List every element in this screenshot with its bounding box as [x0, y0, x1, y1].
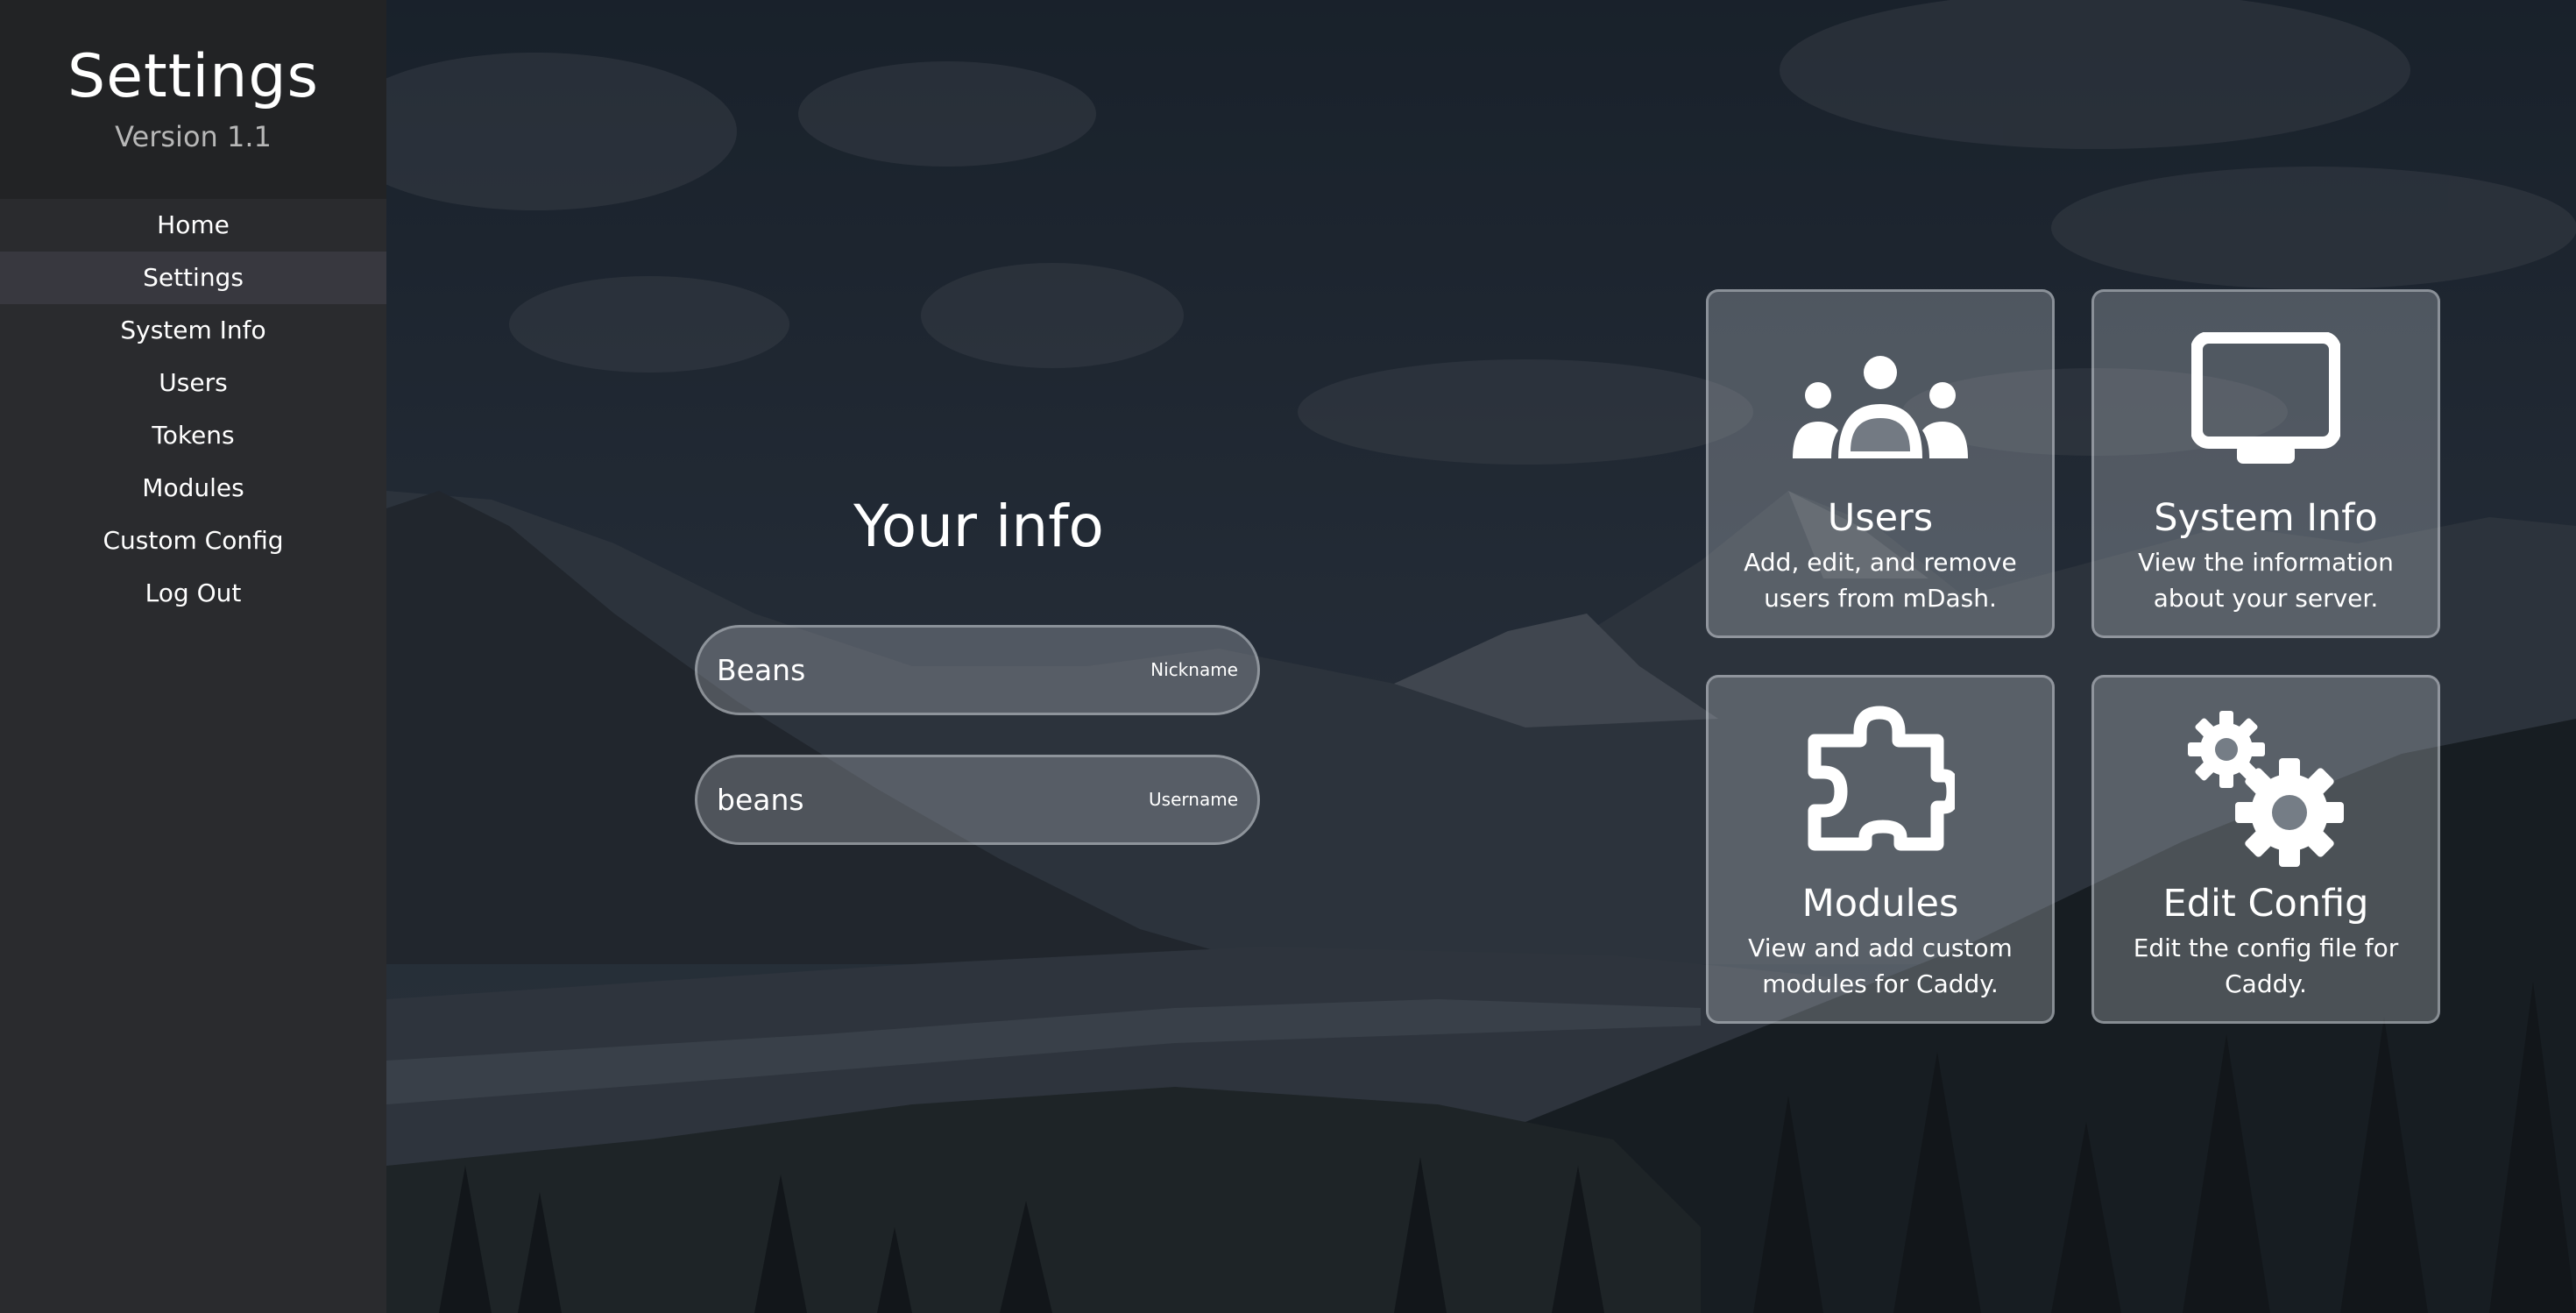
system-info-card-description: View the information about your server.	[2138, 548, 2394, 613]
sidebar-item-home[interactable]: Home	[0, 199, 386, 252]
users-card-description: Add, edit, and remove users from mDash.	[1744, 548, 2017, 613]
username-label: Username	[1149, 789, 1238, 810]
sidebar-item-users[interactable]: Users	[0, 357, 386, 409]
sidebar-nav: Home Settings System Info Users Tokens M…	[0, 199, 386, 620]
modules-card-description: View and add custom modules for Caddy.	[1748, 933, 2013, 998]
sidebar-item-log-out[interactable]: Log Out	[0, 567, 386, 620]
sidebar-item-settings[interactable]: Settings	[0, 252, 386, 304]
edit-config-card[interactable]: Edit Config Edit the config file for Cad…	[2091, 675, 2440, 1024]
sidebar-title: Settings	[67, 42, 319, 111]
gears-icon	[2094, 678, 2438, 875]
system-info-card-title: System Info	[2154, 496, 2378, 540]
puzzle-icon	[1709, 678, 2052, 875]
system-info-card[interactable]: System Info View the information about y…	[2091, 289, 2440, 638]
username-value[interactable]: beans	[717, 757, 804, 842]
modules-card[interactable]: Modules View and add custom modules for …	[1706, 675, 2055, 1024]
users-icon	[1709, 292, 2052, 489]
modules-card-title: Modules	[1801, 882, 1959, 926]
edit-config-card-title: Edit Config	[2162, 882, 2369, 926]
sidebar-header: Settings Version 1.1	[0, 0, 386, 199]
sidebar-item-system-info[interactable]: System Info	[0, 304, 386, 357]
sidebar-item-custom-config[interactable]: Custom Config	[0, 515, 386, 567]
sidebar-item-tokens[interactable]: Tokens	[0, 409, 386, 462]
your-info-heading: Your info	[853, 493, 1104, 560]
username-field[interactable]: beans Username	[695, 755, 1260, 845]
nickname-value[interactable]: Beans	[717, 628, 805, 713]
users-card[interactable]: Users Add, edit, and remove users from m…	[1706, 289, 2055, 638]
sidebar: Settings Version 1.1 Home Settings Syste…	[0, 0, 386, 1313]
edit-config-card-description: Edit the config file for Caddy.	[2133, 933, 2399, 998]
users-card-title: Users	[1827, 496, 1934, 540]
sidebar-item-modules[interactable]: Modules	[0, 462, 386, 515]
nickname-field[interactable]: Beans Nickname	[695, 625, 1260, 715]
version-label: Version 1.1	[115, 120, 272, 153]
monitor-icon	[2094, 292, 2438, 489]
nickname-label: Nickname	[1150, 659, 1238, 680]
